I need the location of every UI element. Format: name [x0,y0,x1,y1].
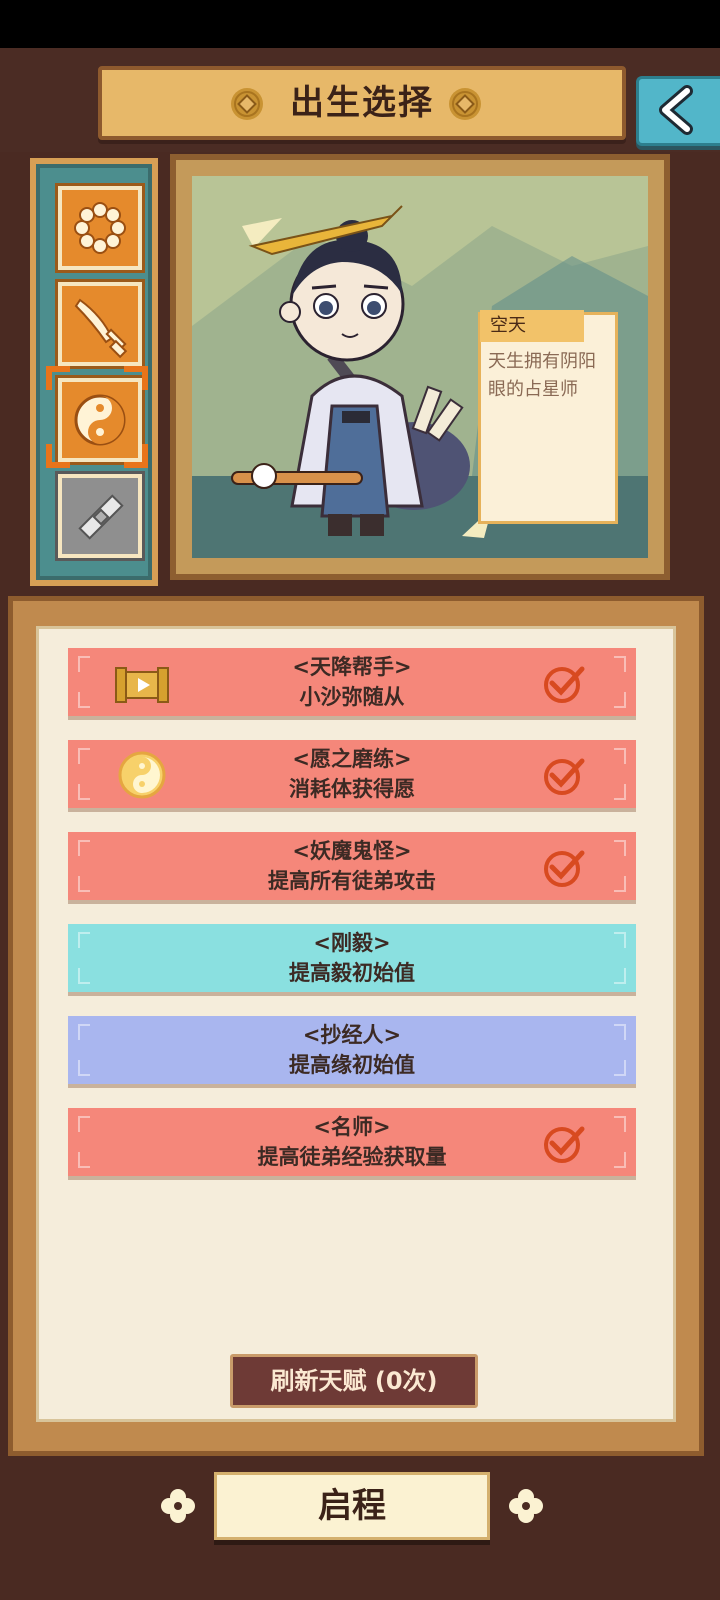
character-description: 天生拥有阴阳眼的占星师 [488,351,596,400]
selection-corner [124,444,148,468]
character-name: 空天 [480,310,584,342]
sword-icon [74,298,128,359]
selection-corner [124,366,148,390]
clover-icon [161,1489,195,1523]
talent-card[interactable]: <愿之磨练> 消耗体获得愿 [68,740,636,808]
status-bar [0,0,720,48]
selection-corner [46,366,70,390]
talent-title: <抄经人> [302,1023,402,1047]
talent-desc: 提高毅初始值 [289,961,415,985]
check-icon [544,1126,585,1163]
check-icon [544,666,585,703]
start-journey-button[interactable]: 启程 [214,1472,490,1540]
page-title: 出生选择 [290,83,434,123]
clover-icon [509,1489,543,1523]
refresh-talents-button[interactable]: 刷新天赋 (0次) [230,1354,478,1408]
talent-desc: 提高缘初始值 [289,1053,415,1077]
selection-corner [46,444,70,468]
coin-icon [449,88,481,120]
talent-card[interactable]: <名师> 提高徒弟经验获取量 [68,1108,636,1176]
talent-card[interactable]: <天降帮手> 小沙弥随从 [68,648,636,716]
talent-title: <刚毅> [313,931,391,955]
tab-beads[interactable] [58,186,142,270]
tab-sword[interactable] [58,282,142,366]
check-icon [544,850,585,887]
back-button[interactable] [636,76,720,146]
tab-locked[interactable] [58,474,142,558]
beads-icon [74,202,126,254]
chevron-left-icon [659,85,693,135]
character-info-card [478,312,618,524]
check-icon [544,758,585,795]
talent-card[interactable]: <刚毅> 提高毅初始值 [68,924,636,992]
talent-card[interactable]: <妖魔鬼怪> 提高所有徒弟攻击 [68,832,636,900]
talent-card[interactable]: <抄经人> 提高缘初始值 [68,1016,636,1084]
locked-scroll-icon [78,494,124,540]
title-plaque: 出生选择 [98,66,626,140]
